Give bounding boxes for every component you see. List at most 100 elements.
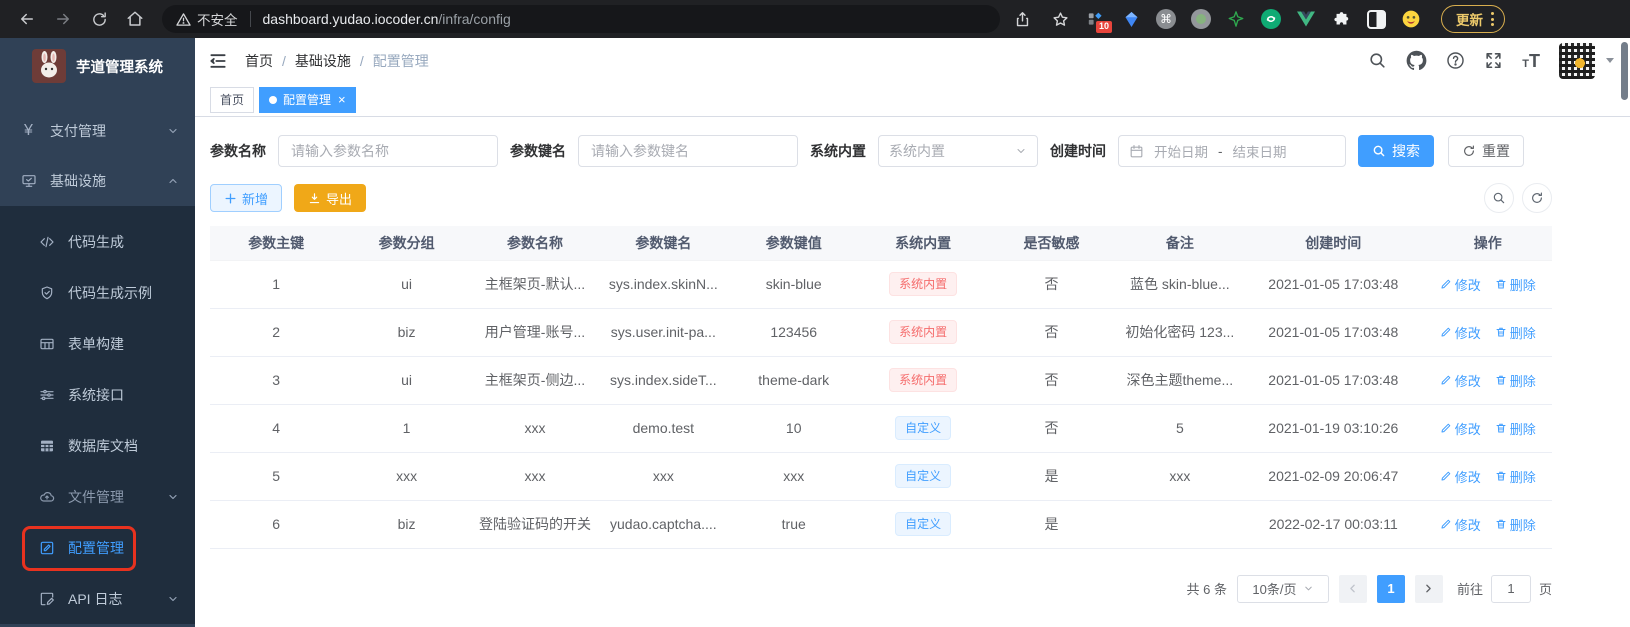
end-date-placeholder[interactable]: 结束日期 [1233,141,1287,161]
param-name-input[interactable] [278,135,498,167]
sidebar-item-file-management[interactable]: 文件管理 [0,471,195,522]
sidebar-item-db-docs[interactable]: 数据库文档 [0,420,195,471]
sidebar-item-system-api[interactable]: 系统接口 [0,369,195,420]
browser-back-button[interactable] [12,4,42,34]
table-row: 2 biz 用户管理-账号... sys.user.init-pa... 123… [210,308,1552,357]
breadcrumb-home[interactable]: 首页 [245,51,273,71]
address-bar[interactable]: 不安全 dashboard.yudao.iocoder.cn/infra/con… [162,5,1000,33]
kite-extension-icon[interactable] [1120,8,1142,30]
sidebar-item-infrastructure[interactable]: 基础设施 [0,156,195,206]
chevron-down-icon [167,491,179,503]
delete-link[interactable]: 删除 [1495,419,1536,438]
puzzle-extension-icon[interactable] [1330,8,1352,30]
create-time-label: 创建时间 [1050,143,1106,159]
star-extension-icon[interactable] [1225,8,1247,30]
reset-button[interactable]: 重置 [1448,135,1524,167]
sidebar-item-payment[interactable]: ¥ 支付管理 [0,106,195,156]
sidebar-item-label: 数据库文档 [68,437,138,454]
sidebar-item-config-management[interactable]: 配置管理 [0,522,195,573]
sidebar-item-api-log[interactable]: API 日志 [0,573,195,624]
delete-link[interactable]: 删除 [1495,515,1536,534]
param-key-input[interactable] [578,135,798,167]
delete-link[interactable]: 删除 [1495,467,1536,486]
sidebar-item-code-example[interactable]: 代码生成示例 [0,267,195,318]
vue-extension-icon[interactable] [1295,8,1317,30]
next-page-button[interactable] [1414,574,1443,603]
monitor-icon [20,173,37,189]
edit-icon [1441,327,1451,337]
builtin-badge: 系统内置 [889,368,958,392]
browser-menu-icon[interactable] [1491,12,1494,26]
command-extension-icon[interactable]: ⌘ [1155,8,1177,30]
chevron-down-icon [167,593,179,605]
sidebar-item-form-builder[interactable]: 表单构建 [0,318,195,369]
builtin-select[interactable]: 系统内置 [878,135,1038,167]
delete-link[interactable]: 删除 [1495,323,1536,342]
swirl-extension-icon[interactable] [1260,8,1282,30]
refresh-icon [1464,145,1474,156]
builtin-label: 系统内置 [810,143,866,159]
page-number-current[interactable]: 1 [1376,574,1405,603]
workspace-extension-icon[interactable]: 10 [1085,8,1113,34]
bookmark-star-icon[interactable] [1052,11,1069,28]
sidebar-item-label: 代码生成 [68,233,124,250]
edit-link[interactable]: 修改 [1440,419,1481,438]
start-date-placeholder[interactable]: 开始日期 [1154,141,1208,161]
font-size-icon[interactable]: TT [1522,52,1540,70]
security-warning[interactable]: 不安全 [176,9,238,29]
col-sensitive: 是否敏感 [986,226,1117,260]
browser-home-button[interactable] [120,4,150,34]
pagination-total: 共 6 条 [1186,582,1227,597]
sidebar-logo-row[interactable]: 芋道管理系统 [0,38,195,94]
edit-link[interactable]: 修改 [1440,371,1481,390]
tab-close-icon[interactable]: × [338,93,346,106]
delete-link[interactable]: 删除 [1495,275,1536,294]
range-separator: - [1218,143,1223,159]
chevron-down-icon [1015,145,1027,157]
edit-link[interactable]: 修改 [1440,467,1481,486]
contrast-extension-icon[interactable] [1365,8,1387,30]
trash-icon [1496,375,1506,385]
browser-reload-button[interactable] [84,4,114,34]
trash-icon [1496,423,1506,433]
browser-forward-button[interactable] [48,4,78,34]
delete-link[interactable]: 删除 [1495,371,1536,390]
add-button[interactable]: 新增 [210,184,283,212]
user-avatar[interactable] [1559,42,1595,79]
browser-update-button[interactable]: 更新 [1441,5,1505,33]
app-logo [32,49,66,83]
tab-home[interactable]: 首页 [210,86,255,113]
search-icon [1493,192,1505,204]
search-icon[interactable] [1368,51,1387,70]
edit-link[interactable]: 修改 [1440,275,1481,294]
chevron-down-icon [1304,586,1312,591]
show-search-button[interactable] [1484,183,1514,213]
edit-link[interactable]: 修改 [1440,323,1481,342]
page-size-select[interactable]: 10条/页 [1236,574,1329,603]
security-warning-label: 不安全 [197,13,238,28]
record-extension-icon[interactable] [1190,8,1212,30]
search-button[interactable]: 搜索 [1358,135,1434,167]
config-table: 参数主键 参数分组 参数名称 参数键名 参数键值 系统内置 是否敏感 备注 创建… [210,226,1552,549]
edit-link[interactable]: 修改 [1440,515,1481,534]
date-range-picker[interactable]: 开始日期 - 结束日期 [1118,135,1346,167]
page-scrollbar[interactable] [1621,42,1628,100]
goto-page-input[interactable] [1490,574,1531,603]
sidebar-collapse-icon[interactable] [208,51,228,71]
share-icon[interactable] [1014,11,1031,28]
builtin-badge: 自定义 [895,464,952,488]
prev-page-button[interactable] [1338,574,1367,603]
tab-config-management[interactable]: 配置管理 × [259,86,356,113]
refresh-table-button[interactable] [1522,183,1552,213]
sidebar-item-code-generation[interactable]: 代码生成 [0,216,195,267]
edit-icon [1441,471,1451,481]
avatar-caret-icon[interactable] [1606,58,1614,63]
emoji-extension-icon[interactable] [1400,8,1422,30]
breadcrumb-infrastructure[interactable]: 基础设施 [295,51,351,71]
github-icon[interactable] [1406,50,1427,71]
app-title: 芋道管理系统 [76,59,163,76]
builtin-badge: 系统内置 [889,320,958,344]
fullscreen-icon[interactable] [1484,51,1503,70]
help-icon[interactable] [1446,51,1465,70]
export-button[interactable]: 导出 [294,184,367,212]
